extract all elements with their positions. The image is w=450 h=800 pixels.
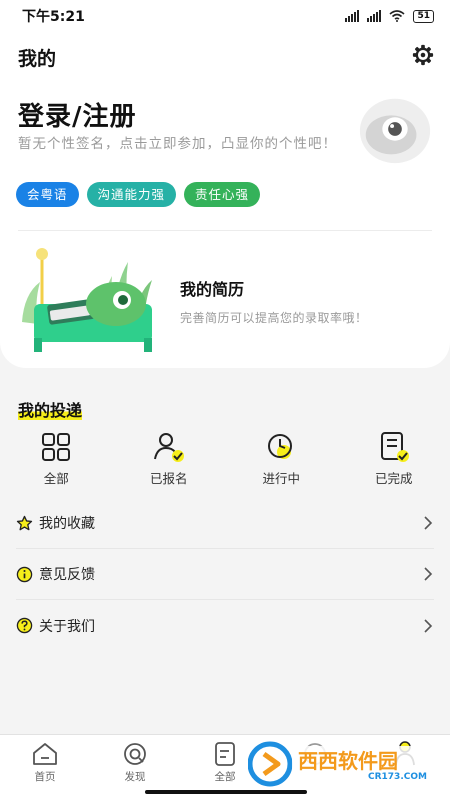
status-time: 下午5:21 [22,9,85,25]
person-check-icon [153,433,184,462]
profile-card: 我的 登录/注册 暂无个性签名，点击立即参加，凸显你的个性吧！ 会粤语 沟通能力… [0,32,450,368]
chevron-right-icon [424,516,433,530]
delivery-label: 进行中 [262,471,300,486]
delivery-completed[interactable]: 已完成 [338,430,450,487]
gear-icon[interactable] [412,44,434,66]
divider [18,230,432,231]
avatar[interactable] [356,90,434,168]
watermark-site: CR173.COM [368,772,427,782]
page-title: 我的 [18,48,57,70]
home-indicator[interactable] [145,790,307,794]
delivery-grid: 全部 已报名 进行中 已完成 [0,430,450,487]
signature-text[interactable]: 暂无个性签名，点击立即参加，凸显你的个性吧！ [18,134,338,154]
clock-icon [268,434,293,459]
tab-label: 发现 [124,771,146,783]
wifi-icon [389,10,405,22]
delivery-label: 已报名 [149,471,188,486]
resume-illustration[interactable] [12,242,172,354]
menu-list: 我的收藏 意见反馈 关于我们 [0,498,450,651]
skill-tag[interactable]: 责任心强 [184,182,261,207]
watermark-brand: 西西软件园 [298,749,398,773]
tab-home[interactable]: 首页 [0,735,90,800]
menu-item-about[interactable]: 关于我们 [16,600,434,651]
delivery-in-progress[interactable]: 进行中 [225,430,338,487]
home-icon [33,743,57,765]
star-icon [16,515,33,530]
question-icon [16,617,33,634]
tab-label: 全部 [214,771,236,783]
menu-item-feedback[interactable]: 意见反馈 [16,549,434,600]
delivery-all[interactable]: 全部 [0,430,113,487]
skill-tag[interactable]: 会粤语 [16,182,79,207]
status-bar: 下午5:21 51 [0,0,450,32]
chevron-right-icon [424,567,433,581]
status-icons: 51 [345,9,434,23]
menu-item-favorites[interactable]: 我的收藏 [16,498,434,549]
skill-tags: 会粤语 沟通能力强 责任心强 [16,182,261,207]
login-register-link[interactable]: 登录/注册 [18,96,137,133]
chevron-right-icon [424,618,433,633]
menu-item-label: 意见反馈 [39,567,95,583]
tab-label: 首页 [34,771,56,783]
document-check-icon [380,432,409,462]
menu-item-label: 我的收藏 [39,516,95,532]
resume-description: 完善简历可以提高您的录取率哦！ [180,311,368,325]
battery-icon: 51 [413,9,434,23]
all-icon [215,742,235,766]
menu-item-label: 关于我们 [39,618,95,635]
delivery-registered[interactable]: 已报名 [113,430,226,487]
signal-icon [345,10,360,22]
grid-icon [42,433,71,461]
delivery-label: 全部 [43,471,69,486]
signal-icon-2 [367,10,382,22]
resume-title[interactable]: 我的简历 [180,276,244,300]
delivery-label: 已完成 [374,471,413,486]
delivery-section-title: 我的投递 [18,401,83,420]
info-icon [16,566,33,582]
skill-tag[interactable]: 沟通能力强 [86,182,177,207]
site-watermark-logo: 西西软件园 CR173.COM [248,741,440,787]
discover-icon [124,743,146,765]
